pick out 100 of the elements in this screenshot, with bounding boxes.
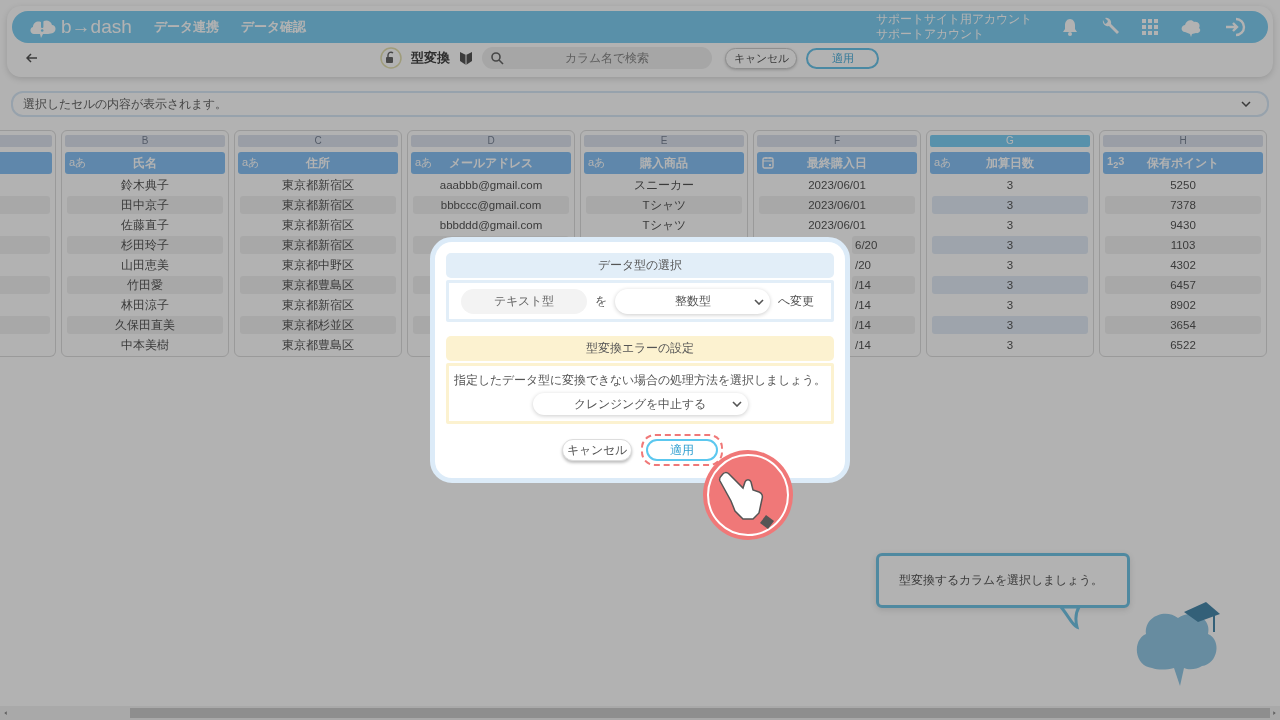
source-type: テキスト型 (461, 288, 587, 314)
table-cell: 3 (932, 236, 1088, 254)
account-name: サポートサイト用アカウント (876, 12, 1032, 27)
table-cell-text: 5250 (1169, 178, 1197, 193)
table-cell-text: 山田恵美 (120, 257, 170, 273)
type-label: aあ (242, 155, 260, 170)
instruction-text: 指定したデータ型に変換できない場合の処理方法を選択しましょう。 (454, 372, 826, 389)
suffix-text: へ変更 (778, 292, 814, 310)
column-name: 加算日数 (986, 154, 1034, 172)
table-cell: 東京都新宿区 (240, 196, 396, 214)
cancel-button[interactable]: キャンセル (725, 47, 797, 69)
table-cell-text: bbbddd@gmail.com (438, 218, 544, 233)
column-header[interactable]: aあ 購入商品 (584, 152, 744, 174)
nav-link[interactable]: データ確認 (240, 18, 306, 36)
column-name: 保有ポイント (1147, 154, 1219, 172)
table-cell-text: Tシャツ (641, 217, 687, 233)
column-letter[interactable]: B (65, 135, 225, 147)
column-letter[interactable]: C (238, 135, 398, 147)
account-name: サポートアカウント (876, 27, 985, 42)
nav-link[interactable]: データ連携 (153, 18, 219, 36)
table-cell-text: 3 (1005, 218, 1015, 233)
page-title: 型変換 (411, 49, 450, 67)
table-cell-text: 鈴木典子 (120, 177, 170, 193)
error-handling-select[interactable]: クレンジングを中止する (532, 393, 748, 415)
table-cell: 東京都新宿区 (240, 236, 396, 254)
column-letter[interactable]: F (757, 135, 917, 147)
column-name: メールアドレス (449, 154, 533, 172)
table-cell-text: /20 (854, 258, 872, 273)
type-label: 1$_{2}$3 (1107, 155, 1125, 171)
table-cell-text: /14 (854, 298, 872, 313)
table-cell: 3 (932, 276, 1088, 294)
table-cell: 3 (932, 316, 1088, 334)
table-cell: 7378 (1105, 196, 1261, 214)
table-cell: 2023/06/01 (759, 196, 915, 214)
table-cell: 3654 (1105, 316, 1261, 334)
column-header[interactable]: 最終購入日 (757, 152, 917, 174)
type-label: aあ (415, 155, 433, 170)
table-cell-text: 東京都新宿区 (281, 177, 355, 193)
table-cell: 東京都豊島区 (240, 276, 396, 294)
column-header[interactable]: aあ メールアドレス (411, 152, 571, 174)
cell-content-bar[interactable]: 選択したセルの内容が表示されます。 (11, 91, 1269, 117)
table-cell: 久保田直美 (67, 316, 223, 334)
table-cell-text: 9430 (1169, 218, 1197, 233)
table-cell-text: 3 (1005, 338, 1015, 353)
table-cell-text: 4302 (1169, 258, 1197, 273)
table-cell-text: 東京都新宿区 (281, 217, 355, 233)
cell-content-placeholder: 選択したセルの内容が表示されます。 (23, 95, 227, 113)
table-cell-text: 東京都中野区 (281, 257, 355, 273)
table-cell-text: 2023/06/01 (807, 218, 867, 233)
table-cell: 田中京子 (67, 196, 223, 214)
type-label: aあ (588, 155, 606, 170)
column-letter[interactable]: H (1103, 135, 1263, 147)
table-cell: /14 (852, 316, 915, 334)
table-cell-text: 3 (1005, 258, 1015, 273)
table-cell-text: 3 (1005, 298, 1015, 313)
table-cell: 6/20 (852, 236, 915, 254)
section-title: データ型の選択 (446, 253, 834, 278)
logo-text: b→dash (61, 16, 132, 38)
table-cell-text: 東京都豊島区 (281, 337, 355, 353)
table-cell-text: 2023/06/01 (807, 178, 867, 193)
column-letter[interactable]: D (411, 135, 571, 147)
table-cell-text: スニーカー (633, 177, 695, 193)
apply-button[interactable]: 適用 (646, 439, 718, 461)
table-cell: 杉田玲子 (67, 236, 223, 254)
table-cell: 6457 (1105, 276, 1261, 294)
table-cell: /14 (852, 276, 915, 294)
column-name: 最終購入日 (807, 154, 867, 172)
table-cell-text: 佐藤直子 (120, 217, 170, 233)
type-select[interactable]: 整数型 (615, 288, 770, 314)
section-title: 型変換エラーの設定 (446, 336, 834, 361)
table-cell: 竹田愛 (67, 276, 223, 294)
table-cell-text: /14 (854, 338, 872, 353)
column-name: 氏名 (133, 154, 157, 172)
hint-text: 型変換するカラムを選択しましょう。 (899, 572, 1103, 589)
table-cell: 3 (932, 196, 1088, 214)
column-header[interactable]: aあ 氏名 (65, 152, 225, 174)
apply-button[interactable]: 適用 (806, 47, 879, 69)
table-cell: bbbccc@gmail.com (413, 196, 569, 214)
column-header[interactable]: aあ 加算日数 (930, 152, 1090, 174)
column-name: 購入商品 (640, 154, 688, 172)
table-cell-text: 中本美樹 (120, 337, 170, 353)
column-letter[interactable]: E (584, 135, 744, 147)
table-cell-text: 8902 (1169, 298, 1197, 313)
table-cell-text: 林田涼子 (120, 297, 170, 313)
table-cell-text: 3 (1005, 178, 1015, 193)
table-cell-text: 6522 (1169, 338, 1197, 353)
type-label: aあ (934, 155, 952, 170)
table-cell: 1103 (1105, 236, 1261, 254)
column-name: 住所 (306, 154, 330, 172)
column-header[interactable]: aあ 住所 (238, 152, 398, 174)
particle-text: を (595, 292, 607, 310)
search-field[interactable]: カラム名で検索 (482, 47, 712, 69)
table-cell-text: aaabbb@gmail.com (438, 178, 544, 193)
column-header[interactable]: 1$_{2}$3 保有ポイント (1103, 152, 1263, 174)
type-label: aあ (69, 155, 87, 170)
table-cell: Tシャツ (586, 196, 742, 214)
table-cell: 東京都杉並区 (240, 316, 396, 334)
column-letter[interactable]: G (930, 135, 1090, 147)
table-cell-text: 東京都新宿区 (281, 297, 355, 313)
cancel-button[interactable]: キャンセル (562, 439, 632, 461)
